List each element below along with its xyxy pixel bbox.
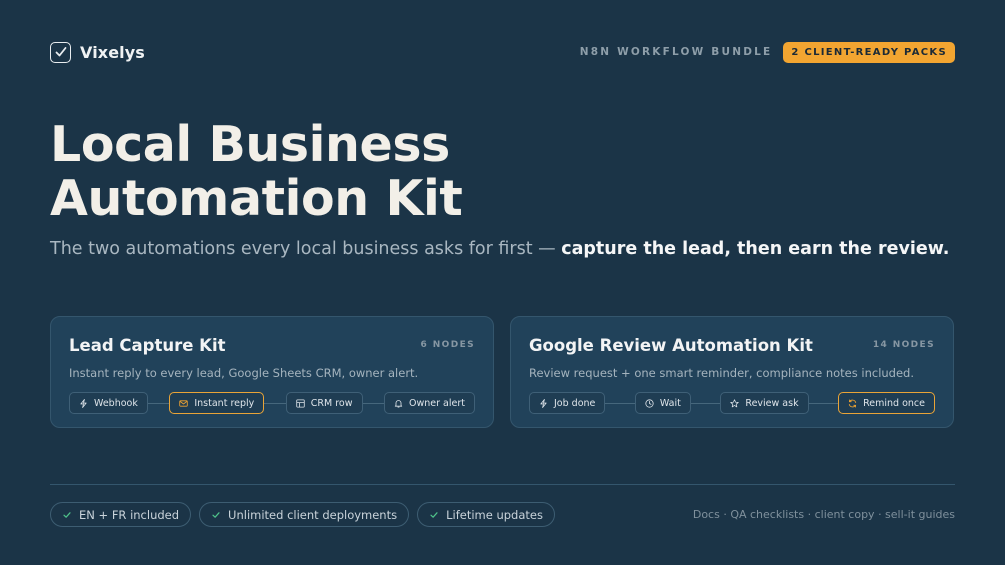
brand: Vixelys <box>50 41 145 63</box>
google-review-card: Google Review Automation Kit 14 NODES Re… <box>510 316 954 428</box>
footer: EN + FR included Unlimited client deploy… <box>50 502 955 527</box>
feature-pills: EN + FR included Unlimited client deploy… <box>50 502 555 527</box>
check-icon <box>430 511 438 518</box>
card-title: Google Review Automation Kit <box>529 335 813 355</box>
flow-node-crm-row: CRM row <box>285 392 363 414</box>
bell-icon <box>394 399 403 408</box>
hero-title-line-1: Local Business <box>50 116 450 173</box>
brand-name: Vixelys <box>80 42 145 62</box>
card-title: Lead Capture Kit <box>69 335 226 355</box>
feature-pill: EN + FR included <box>50 502 192 527</box>
flow-connector <box>690 402 721 404</box>
subtitle-plain: The two automations every local business… <box>50 239 562 259</box>
flow-connector <box>808 402 839 404</box>
header: Vixelys N8N WORKFLOW BUNDLE 2 CLIENT-REA… <box>50 40 955 64</box>
flow-connector <box>605 402 635 404</box>
refresh-icon <box>848 398 857 408</box>
flow-connector <box>362 402 385 404</box>
feature-pill: Lifetime updates <box>417 502 555 527</box>
flow-node-owner-alert: Owner alert <box>384 392 475 414</box>
check-icon <box>212 511 220 518</box>
flow-node-webhook: Webhook <box>69 392 148 414</box>
workflow-flow: Job done Wait Review ask Remind once <box>529 392 935 414</box>
node-count: 6 NODES <box>420 340 475 350</box>
bolt-icon <box>80 398 87 408</box>
flow-connector <box>264 402 286 404</box>
hero-title-line-2: Automation Kit <box>50 170 463 227</box>
flow-node-wait: Wait <box>634 392 691 414</box>
flow-node-remind-once: Remind once <box>838 392 935 414</box>
workflow-flow: Webhook Instant reply CRM row Owner aler… <box>69 392 475 414</box>
hero-subtitle: The two automations every local business… <box>50 239 955 259</box>
check-square-icon <box>50 41 71 63</box>
flow-connector <box>147 402 170 404</box>
node-count: 14 NODES <box>872 340 935 350</box>
mail-icon <box>179 399 189 407</box>
check-icon <box>63 511 71 518</box>
card-description: Instant reply to every lead, Google Shee… <box>69 366 419 380</box>
flow-node-job-done: Job done <box>529 392 606 414</box>
flow-node-review-ask: Review ask <box>720 392 809 414</box>
bolt-icon <box>540 398 547 408</box>
packs-badge: 2 CLIENT-READY PACKS <box>783 41 955 63</box>
lead-capture-card: Lead Capture Kit 6 NODES Instant reply t… <box>50 316 494 428</box>
footer-divider <box>50 484 955 485</box>
footer-links: Docs · QA checklists · client copy · sel… <box>692 508 955 521</box>
flow-node-instant-reply: Instant reply <box>169 392 265 414</box>
table-icon <box>296 398 305 408</box>
star-icon <box>730 398 740 407</box>
clock-icon <box>645 398 654 408</box>
card-description: Review request + one smart reminder, com… <box>529 366 915 380</box>
feature-pill: Unlimited client deployments <box>199 502 410 527</box>
bundle-label: N8N WORKFLOW BUNDLE <box>579 46 773 58</box>
hero-title: Local Business Automation Kit <box>50 118 750 226</box>
subtitle-highlight: capture the lead, then earn the review. <box>561 239 950 259</box>
